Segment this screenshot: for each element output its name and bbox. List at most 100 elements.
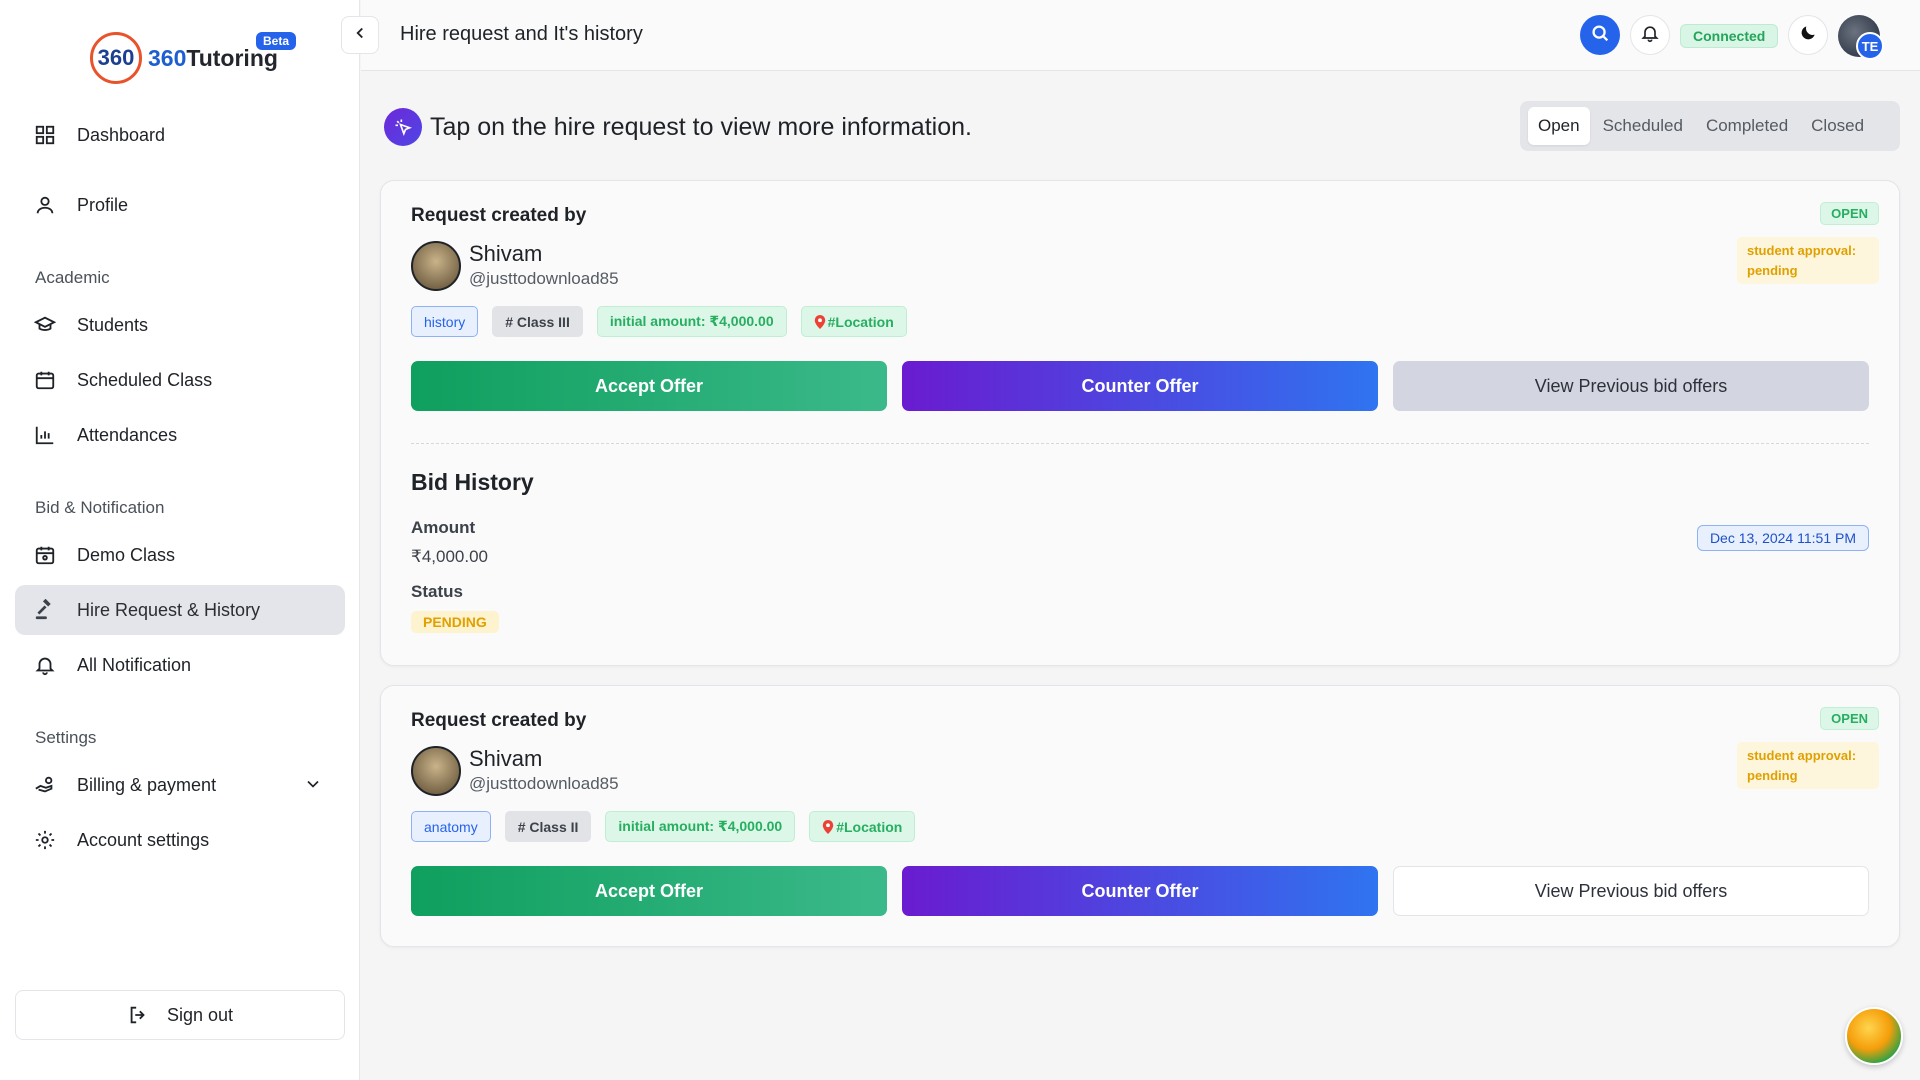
tab-open[interactable]: Open: [1528, 107, 1590, 145]
accept-offer-button[interactable]: Accept Offer: [411, 361, 887, 411]
location-tag[interactable]: #Location: [809, 811, 916, 842]
requester-handle: @justtodownload85: [469, 774, 619, 793]
theme-toggle-button[interactable]: [1788, 15, 1828, 55]
amount-tag: initial amount: ₹4,000.00: [605, 811, 796, 842]
amount-tag: initial amount: ₹4,000.00: [596, 306, 787, 337]
sidebar-item-account-settings[interactable]: Account settings: [15, 815, 345, 865]
requester-name: Shivam: [469, 746, 543, 771]
sidebar-item-label: Dashboard: [77, 124, 166, 145]
sidebar-item-hire-request[interactable]: Hire Request & History: [15, 585, 345, 635]
bid-date-badge: Dec 13, 2024 11:51 PM: [1696, 525, 1869, 551]
request-tags: history # Class III initial amount: ₹4,0…: [411, 306, 921, 337]
sidebar-item-dashboard[interactable]: Dashboard: [15, 110, 345, 160]
sidebar-item-label: Scheduled Class: [77, 369, 213, 390]
section-bid-notification: Bid & Notification: [35, 498, 165, 517]
floating-assistant-button[interactable]: [1845, 1007, 1903, 1065]
location-label: #Location: [836, 818, 903, 835]
request-created-by-label: Request created by: [411, 710, 587, 731]
tab-completed[interactable]: Completed: [1696, 107, 1798, 145]
sidebar-item-label: Profile: [77, 194, 129, 215]
user-initials-badge: TE: [1856, 32, 1884, 60]
approval-status-badge: student approval: pending: [1737, 742, 1879, 789]
action-buttons: Accept Offer Counter Offer View Previous…: [411, 361, 1869, 411]
class-tag: # Class III: [492, 306, 583, 337]
brand-logo[interactable]: 360 360Tutoring Beta: [90, 32, 297, 84]
bid-status-badge: PENDING: [411, 611, 499, 633]
map-pin-icon: [814, 314, 826, 329]
sidebar-item-label: Account settings: [77, 829, 210, 850]
hire-request-card[interactable]: Request created by Shivam @justtodownloa…: [380, 180, 1900, 666]
tab-scheduled[interactable]: Scheduled: [1593, 107, 1693, 145]
grid-icon: [33, 123, 57, 147]
location-label: #Location: [827, 313, 894, 330]
requester-name: Shivam: [469, 241, 543, 266]
class-tag: # Class II: [504, 811, 592, 842]
logo-mark: 360: [90, 32, 142, 84]
approval-status-badge: student approval: pending: [1737, 237, 1879, 284]
location-tag[interactable]: #Location: [800, 306, 907, 337]
sidebar-item-students[interactable]: Students: [15, 300, 345, 350]
bid-history-title: Bid History: [411, 469, 534, 495]
divider: [411, 443, 1869, 444]
bell-icon: [33, 653, 57, 677]
search-icon: [1589, 22, 1611, 49]
logout-icon: [127, 1004, 149, 1026]
notifications-button[interactable]: [1630, 15, 1670, 55]
sidebar-item-profile[interactable]: Profile: [15, 180, 345, 230]
requester-handle: @justtodownload85: [469, 269, 619, 288]
hand-coins-icon: [33, 773, 57, 797]
sidebar-item-all-notification[interactable]: All Notification: [15, 640, 345, 690]
collapse-sidebar-button[interactable]: [341, 16, 379, 54]
hire-request-card[interactable]: Request created by Shivam @justtodownloa…: [380, 685, 1900, 947]
sidebar-item-scheduled-class[interactable]: Scheduled Class: [15, 355, 345, 405]
tab-closed[interactable]: Closed: [1801, 107, 1874, 145]
sidebar-item-demo-class[interactable]: Demo Class: [15, 530, 345, 580]
counter-offer-button[interactable]: Counter Offer: [902, 866, 1378, 916]
requester-avatar: [411, 241, 461, 291]
action-buttons: Accept Offer Counter Offer View Previous…: [411, 866, 1869, 916]
intro-text: Tap on the hire request to view more inf…: [430, 112, 972, 141]
counter-offer-button[interactable]: Counter Offer: [902, 361, 1378, 411]
sidebar-item-label: Demo Class: [77, 544, 176, 565]
bid-status-label: Status: [411, 582, 463, 601]
sidebar-item-billing[interactable]: Billing & payment: [15, 760, 345, 810]
request-status-badge: OPEN: [1820, 707, 1879, 730]
calendar-video-icon: [33, 543, 57, 567]
calendar-icon: [33, 368, 57, 392]
request-status-badge: OPEN: [1820, 202, 1879, 225]
intro-hint: Tap on the hire request to view more inf…: [384, 108, 972, 146]
graduation-cap-icon: [33, 313, 57, 337]
sign-out-label: Sign out: [166, 1004, 234, 1025]
gear-icon: [33, 828, 57, 852]
request-tags: anatomy # Class II initial amount: ₹4,00…: [411, 811, 929, 842]
gavel-icon: [33, 598, 57, 622]
bid-amount-label: Amount: [411, 518, 476, 537]
sidebar-item-label: Attendances: [77, 424, 178, 445]
chevron-down-icon[interactable]: [303, 774, 323, 799]
bar-chart-icon: [33, 423, 57, 447]
user-icon: [33, 193, 57, 217]
moon-icon: [1798, 23, 1818, 48]
sidebar-item-attendances[interactable]: Attendances: [15, 410, 345, 460]
sidebar-item-label: All Notification: [77, 654, 192, 675]
view-previous-bids-button[interactable]: View Previous bid offers: [1393, 866, 1869, 916]
connection-status-badge: Connected: [1680, 24, 1779, 48]
subject-tag: history: [411, 306, 479, 337]
sidebar-item-label: Students: [77, 314, 149, 335]
sidebar-item-label: Hire Request & History: [77, 599, 261, 620]
view-previous-bids-button[interactable]: View Previous bid offers: [1393, 361, 1869, 411]
beta-badge: Beta: [256, 32, 297, 50]
sign-out-button[interactable]: Sign out: [15, 990, 345, 1040]
map-pin-icon: [822, 819, 834, 834]
status-tabs: Open Scheduled Completed Closed: [1520, 101, 1900, 151]
bell-icon: [1640, 23, 1660, 48]
request-created-by-label: Request created by: [411, 205, 587, 226]
sidebar-item-label: Billing & payment: [77, 774, 217, 795]
section-settings: Settings: [35, 728, 97, 747]
search-button[interactable]: [1580, 15, 1620, 55]
tap-pointer-icon: [384, 108, 422, 146]
subject-tag: anatomy: [411, 811, 491, 842]
accept-offer-button[interactable]: Accept Offer: [411, 866, 887, 916]
requester-avatar: [411, 746, 461, 796]
page-title: Hire request and It's history: [400, 23, 643, 45]
